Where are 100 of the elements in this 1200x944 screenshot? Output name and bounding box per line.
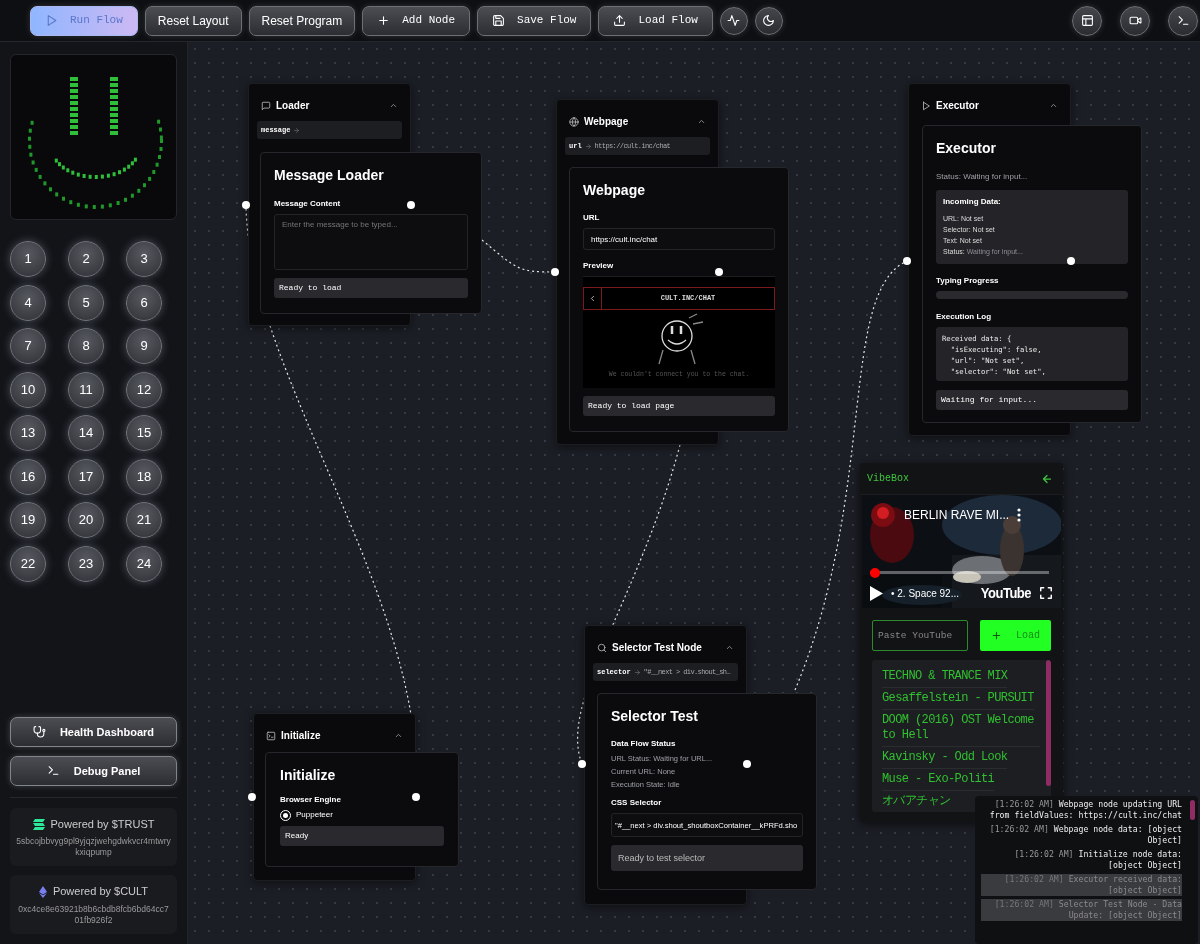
playlist-item[interactable]: TECHNO & TRANCE MIX: [882, 666, 1008, 688]
save-icon: [492, 14, 506, 27]
url-field[interactable]: https://cult.inc/chat: [583, 228, 775, 250]
number-button[interactable]: 21: [126, 502, 162, 538]
status-text: Ready: [280, 826, 444, 846]
terminal-icon: [266, 730, 276, 741]
toolbar-button[interactable]: Add Node: [362, 5, 471, 36]
playlist-item[interactable]: オバアチャン: [882, 791, 951, 812]
toolbar-button[interactable]: Save Flow: [477, 5, 592, 36]
field-label: Execution Log: [936, 312, 992, 322]
message-field[interactable]: Enter the message to be typed...: [274, 214, 468, 270]
scrollbar-thumb[interactable]: [1046, 660, 1051, 786]
video-progress-track[interactable]: [870, 568, 1049, 578]
collapse-button[interactable]: [725, 643, 734, 652]
toolbar-button[interactable]: Reset Layout: [144, 5, 242, 36]
console-button[interactable]: [1168, 5, 1198, 36]
number-button[interactable]: 11: [68, 371, 104, 408]
number-button[interactable]: 10: [10, 371, 46, 408]
port-handle[interactable]: [578, 760, 586, 768]
toolbar-button[interactable]: Reset Program: [248, 5, 356, 36]
number-button[interactable]: 16: [10, 458, 46, 495]
number-button[interactable]: 19: [10, 502, 46, 538]
number-button[interactable]: 4: [10, 284, 46, 321]
status-text: Ready to load: [274, 278, 468, 298]
theme-button[interactable]: [754, 6, 783, 35]
diamond-icon: [38, 885, 47, 898]
port-handle[interactable]: [242, 201, 250, 209]
progress-thumb[interactable]: [870, 568, 880, 578]
number-button[interactable]: 17: [68, 458, 104, 495]
collapse-button[interactable]: [394, 731, 403, 740]
chevron-up-icon: [394, 731, 403, 740]
number-button[interactable]: 12: [126, 371, 162, 408]
sidebar-button[interactable]: Debug Panel: [10, 755, 177, 786]
field-label: CSS Selector: [611, 798, 662, 808]
port-handle[interactable]: [715, 268, 723, 276]
number-button[interactable]: 18: [126, 458, 162, 495]
back-button[interactable]: [1041, 472, 1053, 485]
chevron-left-icon: [588, 294, 597, 303]
number-button[interactable]: 15: [126, 415, 162, 451]
status-text: Ready to load page: [583, 396, 775, 416]
number-button[interactable]: 14: [68, 415, 104, 451]
port-handle[interactable]: [743, 760, 751, 768]
number-button[interactable]: 24: [126, 545, 162, 582]
collapse-button[interactable]: [1049, 101, 1058, 110]
number-button[interactable]: 9: [126, 328, 162, 364]
port-handle[interactable]: [412, 793, 420, 801]
collapse-button[interactable]: [389, 101, 398, 110]
node-header: Loader: [276, 99, 311, 113]
play-icon: [921, 100, 931, 111]
number-button[interactable]: 20: [68, 502, 104, 538]
chat-bubble-icon: [261, 100, 271, 111]
field-label: Data Flow Status: [611, 739, 676, 749]
arrow-right-icon: [584, 142, 592, 150]
number-button[interactable]: 2: [68, 241, 104, 277]
node-header: Executor: [936, 99, 980, 113]
playlist-item[interactable]: Muse - Exo-Politi: [882, 769, 995, 791]
plus-icon: [991, 630, 1002, 641]
card-title: Selector Test: [611, 707, 699, 726]
number-button[interactable]: 23: [68, 545, 104, 582]
field-label: Browser Engine: [280, 795, 341, 805]
playlist-item[interactable]: Kavinsky - Odd Look: [882, 747, 1008, 769]
number-button[interactable]: 6: [126, 284, 162, 321]
number-button[interactable]: 7: [10, 328, 46, 364]
chevron-up-icon: [725, 643, 734, 652]
sidebar-button[interactable]: Health Dashboard: [10, 716, 177, 747]
playlist-item[interactable]: Gesaffelstein - PURSUIT: [882, 688, 1034, 710]
scrollbar-thumb[interactable]: [1190, 800, 1195, 820]
number-button[interactable]: 8: [68, 328, 104, 364]
chevron-up-icon: [1049, 101, 1058, 110]
credit-title: Powered by $CULT: [52, 884, 149, 900]
number-button[interactable]: 22: [10, 545, 46, 582]
port-handle[interactable]: [407, 201, 415, 209]
layout-button[interactable]: [1072, 5, 1102, 36]
number-button[interactable]: 1: [10, 241, 46, 277]
port-handle[interactable]: [1067, 257, 1075, 265]
activity-button[interactable]: [719, 6, 748, 35]
port-handle[interactable]: [551, 268, 559, 276]
number-button[interactable]: 13: [10, 415, 46, 451]
box-title: Incoming Data:: [943, 197, 1002, 207]
number-button[interactable]: 3: [126, 241, 162, 277]
camera-button[interactable]: [1120, 5, 1150, 36]
option-label: Puppeteer: [296, 809, 333, 821]
load-button[interactable]: Load: [980, 620, 1051, 651]
collapse-button[interactable]: [697, 117, 706, 126]
stethoscope-icon: [32, 725, 46, 739]
field-label: Preview: [583, 261, 614, 271]
more-icon[interactable]: [1017, 508, 1022, 522]
playlist-item[interactable]: DOOM (2016) OST Welcome to Hell: [882, 710, 1040, 747]
log-entry: [1:26:02 AM] Webpage node updating URL from fieldValues: https://cult.inc/chat: [988, 799, 1182, 821]
layout-icon: [1080, 14, 1094, 27]
channel-avatar-icon[interactable]: [870, 502, 896, 528]
toolbar-button[interactable]: Load Flow: [598, 5, 713, 36]
log-entry: [1:26:02 AM] Selector Test Node - Data Update: [object Object]: [981, 899, 1182, 921]
port-handle[interactable]: [248, 793, 256, 801]
arrow-right-icon: [633, 668, 641, 676]
port-handle[interactable]: [903, 257, 911, 265]
chapter-text: • 2. Space 92...: [891, 586, 959, 601]
log-entry: [1:26:02 AM] Executor received data: [object Object]: [981, 874, 1182, 896]
number-button[interactable]: 5: [68, 284, 104, 321]
url-field[interactable]: Paste YouTube: [872, 620, 968, 651]
